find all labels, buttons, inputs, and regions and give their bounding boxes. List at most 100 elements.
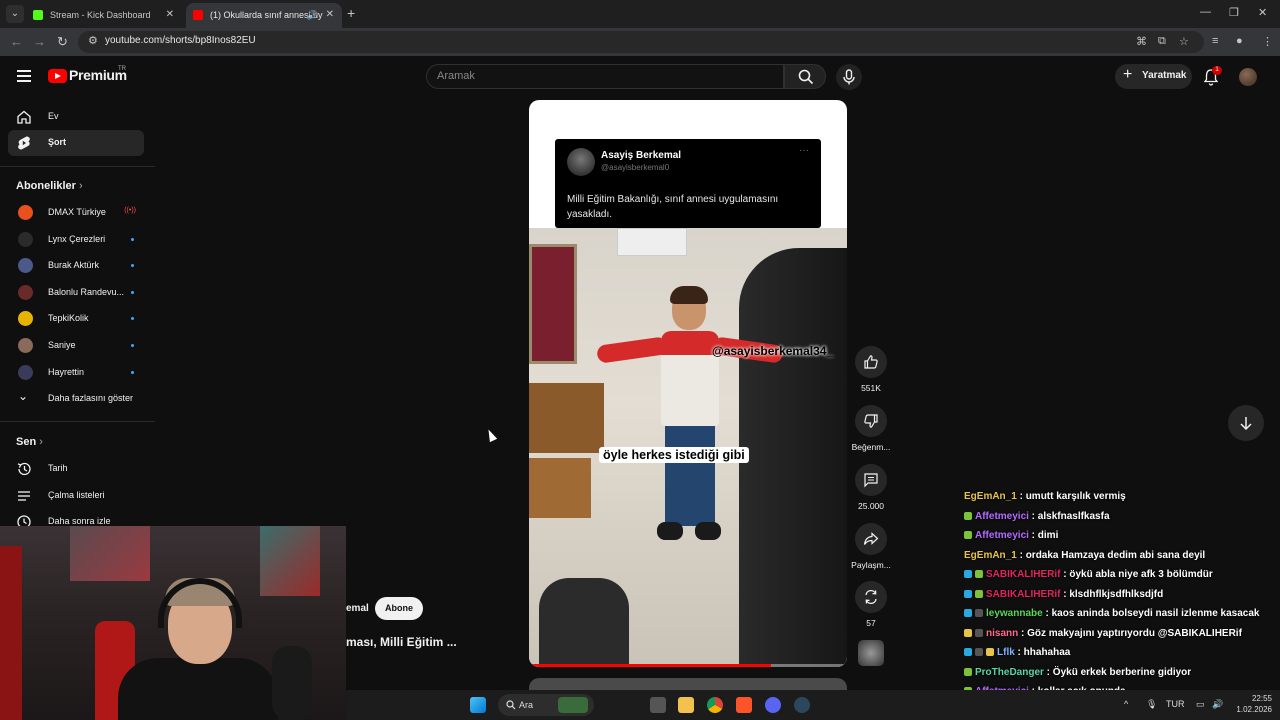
chat-text: kaos aninda bolseydi nasil izlenme kasac… (1051, 608, 1260, 619)
sidebar-item-label: TepkiKolik (48, 313, 89, 323)
chat-badge-icon (975, 628, 983, 637)
youtube-logo-icon[interactable] (48, 69, 67, 83)
profile-icon[interactable]: ● (1236, 35, 1243, 47)
chat-separator: : (1042, 608, 1052, 619)
new-tab-icon[interactable]: + (347, 5, 355, 21)
chat-message: leywannabe : kaos aninda bolseydi nasil … (964, 607, 1259, 620)
comments-button[interactable]: 25.000 (851, 464, 891, 511)
channel-avatar (18, 285, 33, 300)
sidebar-item-channel[interactable]: DMAX Türkiye ((•)) (8, 200, 144, 226)
chat-text: umutt karşılık vermiş (1025, 491, 1126, 502)
chat-badge-icon (964, 628, 972, 637)
short-title[interactable]: ması, Milli Eğitim ... (346, 635, 457, 649)
video-progress-bar[interactable] (529, 664, 847, 667)
taskbar-clock[interactable]: 22:55 1.02.2026 (1232, 693, 1272, 715)
omnibox[interactable]: ⚙ youtube.com/shorts/bp8Inos82EU ⌘ ⧉ ☆ (78, 31, 1204, 53)
chat-username: Affetmeyici (975, 530, 1029, 541)
chrome-icon[interactable] (707, 697, 723, 713)
tweet-text: Milli Eğitim Bakanlığı, sınıf annesi uyg… (567, 194, 779, 220)
microphone (272, 646, 312, 720)
live-icon: ((•)) (124, 207, 136, 214)
reload-icon[interactable]: ↻ (57, 34, 68, 50)
shorts-icon (18, 136, 30, 150)
channel-avatar (18, 232, 33, 247)
media-control-icon[interactable]: ≡ (1212, 35, 1218, 47)
translate-icon[interactable]: ⌘ (1136, 35, 1147, 48)
address-bar-row: ← → ↻ ⚙ youtube.com/shorts/bp8Inos82EU ⌘… (0, 28, 1280, 56)
create-button[interactable]: + Yaratmak (1115, 64, 1192, 89)
close-tab-icon[interactable]: ✕ (326, 3, 334, 27)
open-in-app-icon[interactable]: ⧉ (1158, 35, 1166, 48)
share-button[interactable]: Paylaşm... (851, 523, 891, 570)
you-heading[interactable]: Sen › (16, 436, 43, 448)
browser-tab-youtube[interactable]: (1) Okullarda sınıf annesi uy 🔊 ✕ (186, 3, 342, 28)
sidebar-item-shorts[interactable]: Şort (8, 130, 144, 156)
volume-icon[interactable]: 🔊 (1212, 699, 1223, 710)
menu-kebab-icon[interactable]: ⋮ (1262, 35, 1273, 48)
video-frame: @asayisberkemal34_ öyle herkes istediği … (529, 228, 847, 667)
file-explorer-icon[interactable] (678, 697, 694, 713)
channel-avatar (18, 365, 33, 380)
taskbar-search[interactable]: Ara (498, 694, 594, 716)
mic-tray-icon[interactable]: 🎙 (1146, 699, 1157, 710)
sidebar-item-channel[interactable]: Burak Aktürk (8, 253, 144, 279)
brave-icon[interactable] (736, 697, 752, 713)
discord-icon[interactable] (765, 697, 781, 713)
progress-fill (529, 664, 771, 667)
remix-button[interactable]: 57 (851, 581, 891, 628)
restore-icon[interactable]: ❐ (1229, 6, 1239, 19)
like-button[interactable]: 551K (851, 346, 891, 393)
account-avatar[interactable] (1239, 68, 1257, 86)
new-content-dot (131, 264, 134, 267)
minimize-icon[interactable]: — (1200, 6, 1211, 18)
hamburger-menu-icon[interactable] (17, 70, 31, 82)
chat-text: dimi (1037, 530, 1059, 541)
new-content-dot (131, 238, 134, 241)
classroom-board (529, 244, 577, 364)
input-language[interactable]: TUR (1166, 699, 1185, 709)
sidebar-item-history[interactable]: Tarih (8, 456, 144, 482)
back-icon[interactable]: ← (10, 34, 23, 49)
close-tab-icon[interactable]: ✕ (166, 3, 174, 27)
close-window-icon[interactable]: ✕ (1258, 6, 1267, 19)
browser-tab-kick[interactable]: Stream - Kick Dashboard ✕ (26, 3, 182, 28)
kick-favicon-icon (33, 10, 43, 20)
search-button[interactable] (784, 64, 826, 89)
sidebar-item-channel[interactable]: TepkiKolik (8, 306, 144, 332)
channel-name[interactable]: emal (346, 603, 369, 614)
sidebar-item-channel[interactable]: Lynx Çerezleri (8, 227, 144, 253)
shorts-video-player[interactable]: @asayisberkemal34_ öyle herkes istediği … (529, 100, 847, 667)
sidebar-item-playlists[interactable]: Çalma listeleri (8, 483, 144, 509)
url-text[interactable]: youtube.com/shorts/bp8Inos82EU (105, 35, 256, 46)
subscriptions-heading[interactable]: Abonelikler › (16, 180, 83, 192)
sidebar-item-home[interactable]: Ev (8, 104, 144, 130)
site-info-icon[interactable]: ⚙ (88, 34, 98, 47)
tab-search-icon[interactable]: ⌄ (6, 5, 24, 23)
windows-start-icon[interactable] (470, 697, 486, 713)
search-input[interactable]: Aramak (426, 64, 784, 89)
next-short-preview[interactable] (529, 678, 847, 690)
task-view-icon[interactable] (650, 697, 666, 713)
forward-icon[interactable]: → (33, 34, 46, 49)
chat-badge-icon (964, 609, 972, 617)
steam-icon[interactable] (794, 697, 810, 713)
network-icon[interactable]: ▭ (1196, 699, 1205, 710)
plus-icon: + (1123, 66, 1133, 83)
next-short-button[interactable] (1228, 405, 1264, 441)
sidebar-item-channel[interactable]: Balonlu Randevu... (8, 280, 144, 306)
sound-thumbnail[interactable] (858, 640, 884, 666)
dislike-button[interactable]: Beğenm... (851, 405, 891, 452)
bookmark-star-icon[interactable]: ☆ (1179, 35, 1189, 48)
speaker-icon[interactable]: 🔊 (307, 3, 318, 27)
voice-search-button[interactable] (836, 64, 862, 90)
child-shoe (657, 522, 683, 540)
sidebar-item-channel[interactable]: Hayrettin (8, 360, 144, 386)
tweet-card: Asayiş Berkemal @asayisberkemal0 ··· Mil… (555, 139, 821, 228)
sidebar: Ev Şort Abonelikler › DMAX Türkiye ((•))… (0, 100, 155, 530)
show-more-button[interactable]: ⌄ Daha fazlasını göster (8, 386, 144, 412)
browser-tab-bar: ⌄ Stream - Kick Dashboard ✕ (1) Okullard… (0, 0, 1280, 28)
subscribe-button[interactable]: Abone (375, 597, 423, 620)
sidebar-item-channel[interactable]: Saniye (8, 333, 144, 359)
tray-chevron-icon[interactable]: ^ (1124, 699, 1128, 709)
chat-username: ProTheDanger (975, 666, 1044, 678)
